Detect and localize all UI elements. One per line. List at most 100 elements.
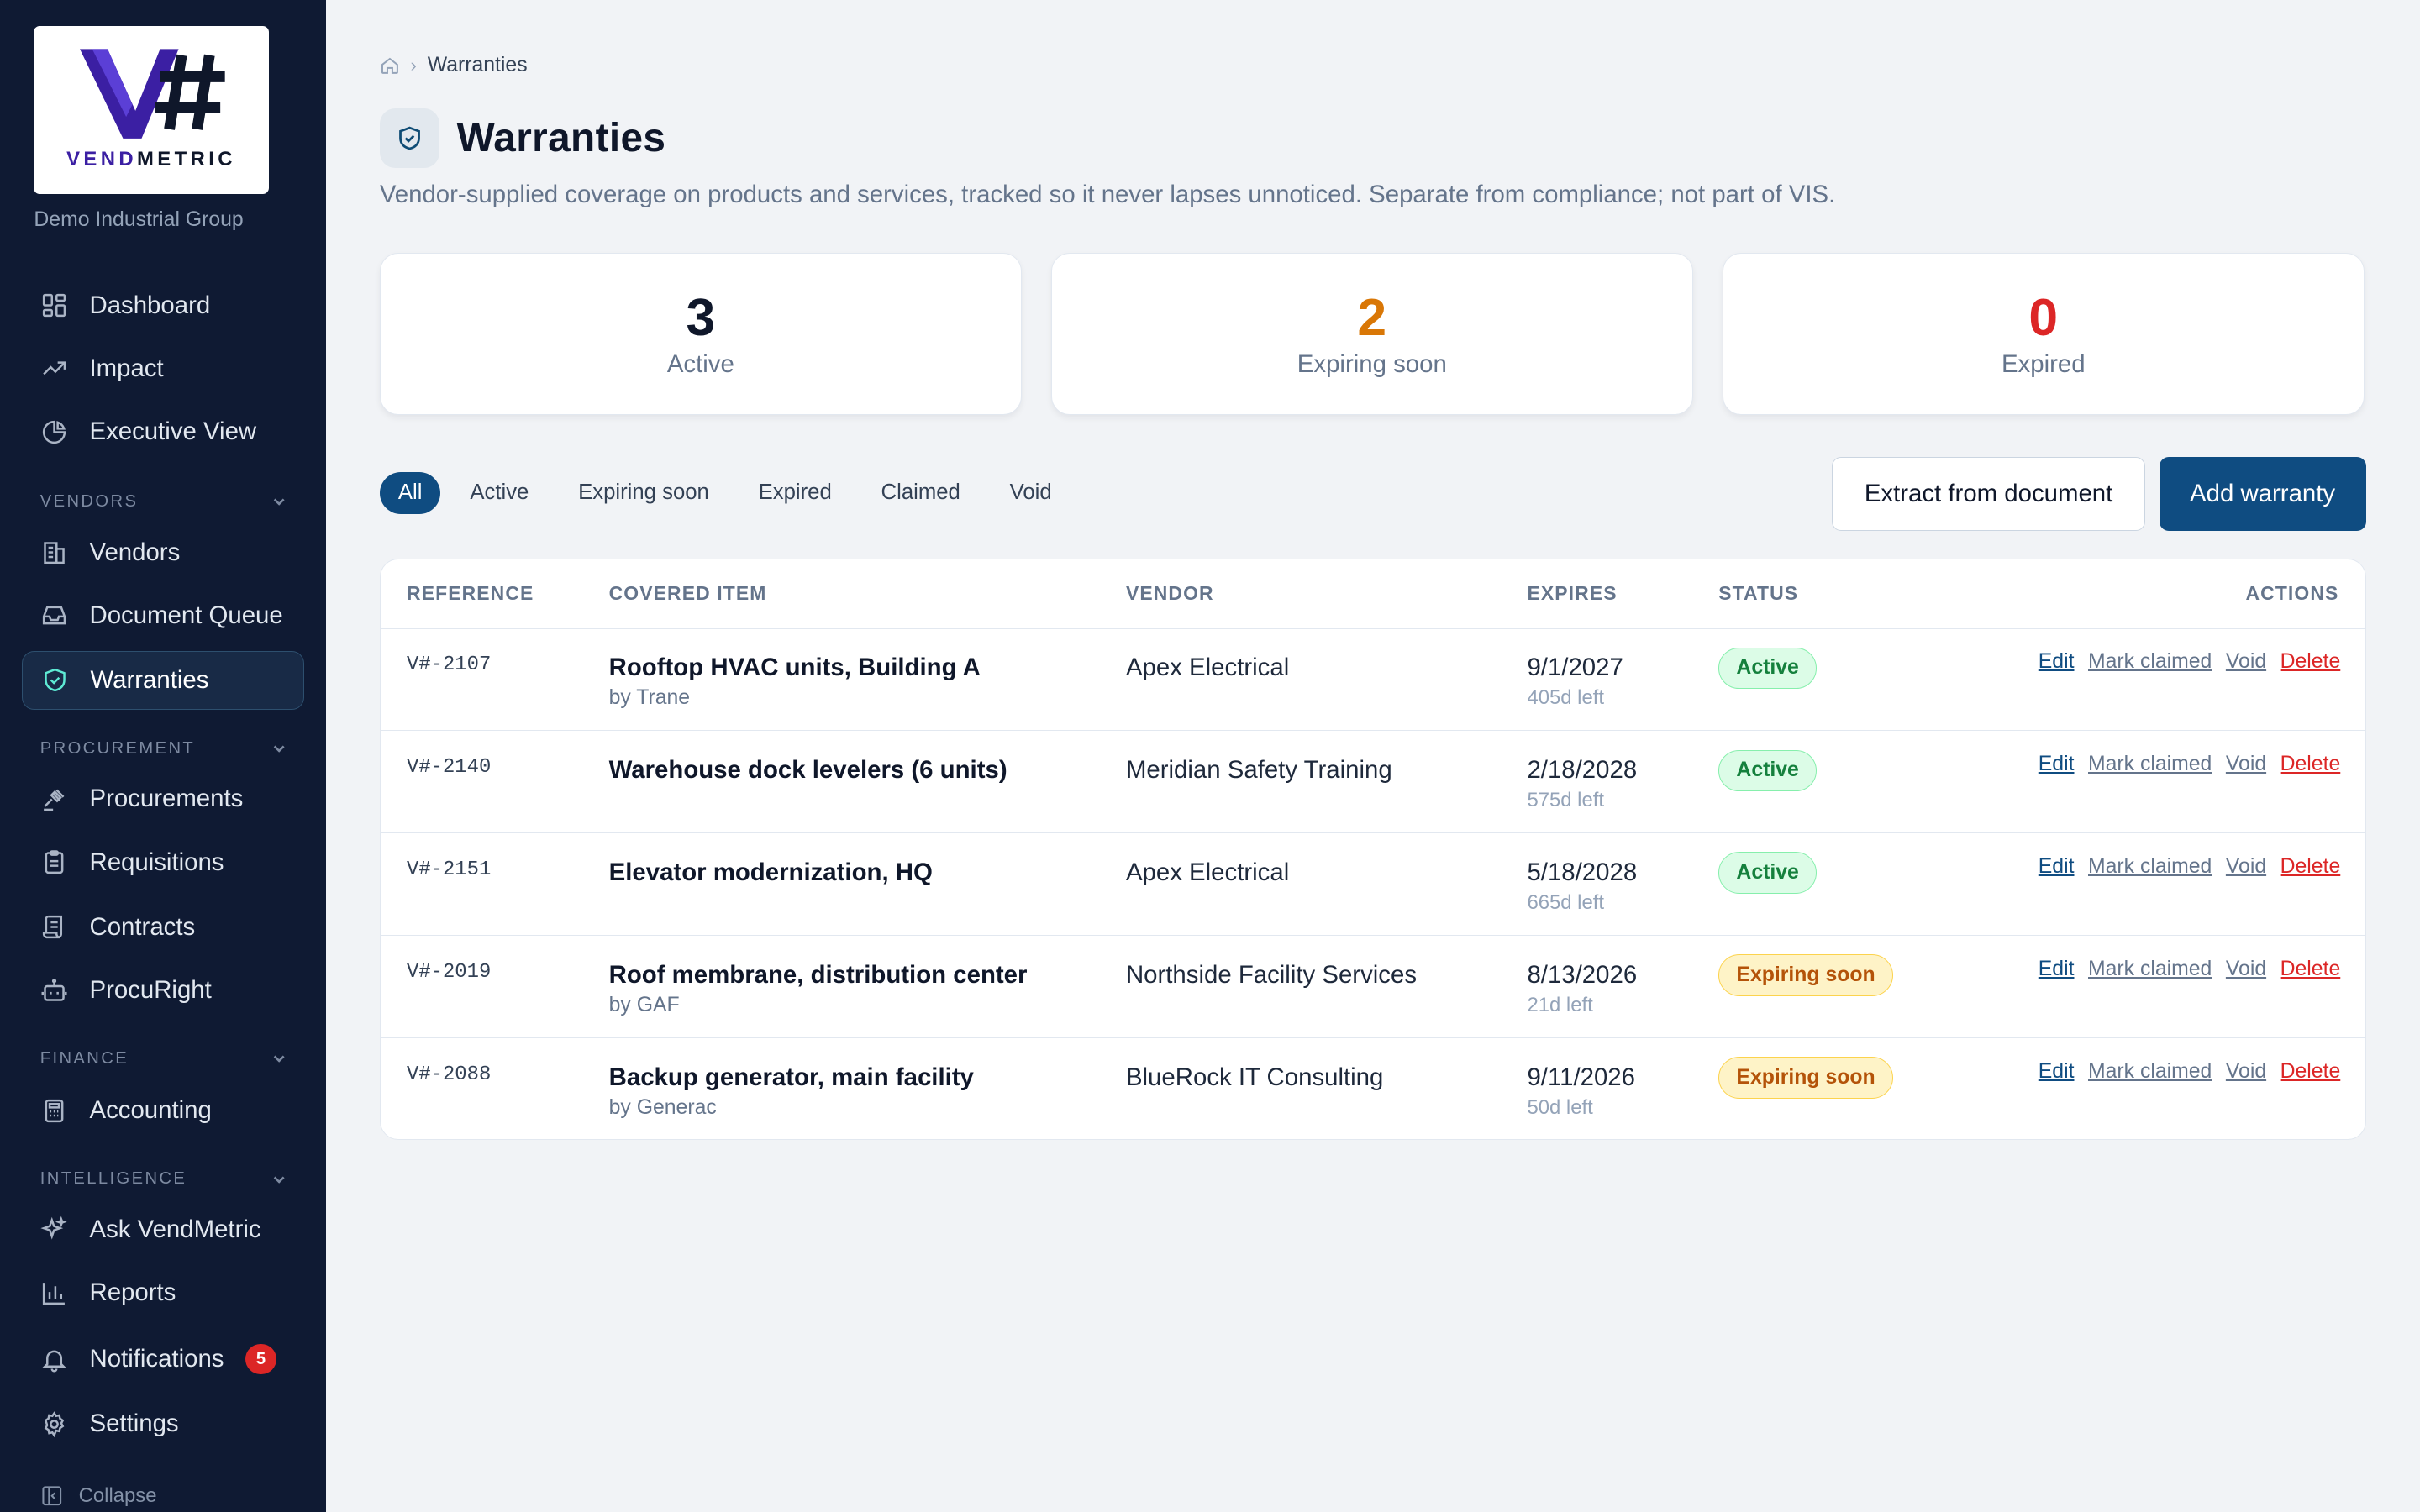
sidebar-item-accounting[interactable]: Accounting: [22, 1082, 304, 1141]
sidebar-item-dashboard[interactable]: Dashboard: [22, 276, 304, 335]
covered-item-name[interactable]: Elevator modernization, HQ: [609, 858, 933, 887]
add-warranty-button[interactable]: Add warranty: [2159, 456, 2366, 531]
filter-all[interactable]: All: [379, 472, 441, 514]
covered-item: Backup generator, main facility by Genera…: [609, 1063, 974, 1121]
row-actions: Edit Mark claimed Void Delete: [2024, 855, 2340, 879]
covered-item-name[interactable]: Rooftop HVAC units, Building A: [609, 654, 981, 682]
vendor-name: BlueRock IT Consulting: [1125, 1063, 1384, 1091]
mark-claimed-link[interactable]: Mark claimed: [2088, 753, 2212, 776]
sidebar-item-settings[interactable]: Settings: [22, 1394, 304, 1453]
expires-cell: 2/18/2028 575d left: [1527, 756, 1637, 813]
delete-link[interactable]: Delete: [2281, 753, 2341, 776]
extract-from-document-button[interactable]: Extract from document: [1832, 456, 2145, 531]
shield-check-icon: [379, 108, 440, 169]
grid-icon: [40, 291, 68, 319]
status-badge: Expiring soon: [1718, 1057, 1893, 1099]
days-left: 665d left: [1527, 891, 1605, 915]
section-finance[interactable]: FINANCE: [40, 1049, 287, 1068]
section-intelligence[interactable]: INTELLIGENCE: [40, 1169, 287, 1189]
sidebar-item-vendors[interactable]: Vendors: [22, 523, 304, 582]
stat-card-active: 3 Active: [379, 253, 1022, 416]
bar-chart-icon: [40, 1279, 68, 1307]
table-row: V#-2107 Rooftop HVAC units, Building A by …: [380, 629, 2365, 732]
sidebar-item-impact[interactable]: Impact: [22, 339, 304, 398]
sidebar-item-ask-vendmetric[interactable]: Ask VendMetric: [22, 1200, 304, 1259]
filter-expiring-soon[interactable]: Expiring soon: [558, 472, 729, 514]
vendmetric-logo[interactable]: VENDMETRIC: [34, 26, 269, 195]
column-header-reference[interactable]: REFERENCE: [407, 582, 534, 605]
void-link[interactable]: Void: [2226, 855, 2266, 879]
breadcrumb-separator: ›: [410, 55, 417, 76]
column-header-covered-item[interactable]: COVERED ITEM: [609, 582, 767, 605]
collapse-sidebar-button[interactable]: Collapse: [40, 1484, 157, 1508]
void-link[interactable]: Void: [2226, 650, 2266, 674]
expiration-date: 9/11/2026: [1527, 1063, 1635, 1091]
covered-item-manufacturer: by Trane: [608, 686, 691, 710]
pie-chart-icon: [40, 418, 68, 446]
status-badge: Active: [1718, 647, 1818, 690]
sidebar-item-notifications[interactable]: Notifications 5: [22, 1330, 304, 1389]
breadcrumb: › Warranties: [380, 54, 528, 77]
trending-up-icon: [40, 354, 68, 382]
covered-item-name[interactable]: Roof membrane, distribution center: [609, 961, 1028, 990]
sidebar-item-label: Reports: [89, 1278, 176, 1307]
stat-card-expiring-soon: 2 Expiring soon: [1050, 253, 1693, 416]
edit-link[interactable]: Edit: [2039, 855, 2075, 879]
mark-claimed-link[interactable]: Mark claimed: [2088, 855, 2212, 879]
expiration-date: 9/1/2027: [1527, 653, 1623, 681]
column-header-expires[interactable]: EXPIRES: [1527, 582, 1617, 605]
sidebar-item-executive-view[interactable]: Executive View: [22, 402, 304, 461]
sidebar-item-warranties[interactable]: Warranties: [21, 651, 304, 710]
table-header: REFERENCE COVERED ITEM VENDOR EXPIRES ST…: [380, 559, 2365, 629]
stat-label: Active: [666, 350, 734, 379]
void-link[interactable]: Void: [2226, 753, 2266, 776]
sidebar: VENDMETRIC Demo Industrial Group Dashboa…: [0, 0, 326, 1512]
vendor-name: Northside Facility Services: [1125, 960, 1418, 989]
mark-claimed-link[interactable]: Mark claimed: [2088, 958, 2212, 981]
covered-item-name[interactable]: Warehouse dock levelers (6 units): [609, 756, 1007, 785]
table-row: V#-2151 Elevator modernization, HQ Apex El…: [380, 833, 2365, 937]
row-actions: Edit Mark claimed Void Delete: [2024, 753, 2340, 776]
sidebar-item-procurements[interactable]: Procurements: [22, 770, 304, 829]
filter-void[interactable]: Void: [990, 472, 1072, 514]
edit-link[interactable]: Edit: [2039, 958, 2075, 981]
mark-claimed-link[interactable]: Mark claimed: [2088, 1060, 2212, 1084]
section-vendors[interactable]: VENDORS: [40, 492, 287, 512]
sidebar-item-procuright[interactable]: ProcuRight: [22, 961, 304, 1020]
gear-icon: [40, 1410, 68, 1438]
delete-link[interactable]: Delete: [2281, 855, 2341, 879]
sidebar-item-reports[interactable]: Reports: [22, 1263, 304, 1322]
edit-link[interactable]: Edit: [2039, 753, 2075, 776]
row-actions: Edit Mark claimed Void Delete: [2024, 650, 2340, 674]
gavel-icon: [40, 785, 68, 813]
column-header-status[interactable]: STATUS: [1718, 582, 1798, 605]
covered-item-name[interactable]: Backup generator, main facility: [609, 1063, 974, 1092]
org-name: Demo Industrial Group: [34, 207, 244, 231]
filter-active[interactable]: Active: [450, 472, 549, 514]
sidebar-item-label: Requisitions: [89, 848, 224, 876]
expiration-date: 2/18/2028: [1527, 755, 1638, 784]
sidebar-item-label: Settings: [89, 1410, 179, 1438]
mark-claimed-link[interactable]: Mark claimed: [2088, 650, 2212, 674]
column-header-vendor[interactable]: VENDOR: [1126, 582, 1214, 605]
table-body: V#-2107 Rooftop HVAC units, Building A by …: [380, 629, 2365, 1140]
delete-link[interactable]: Delete: [2281, 958, 2341, 981]
logo-wordmark: VENDMETRIC: [66, 148, 236, 171]
edit-link[interactable]: Edit: [2039, 1060, 2075, 1084]
expiration-date: 5/18/2028: [1527, 858, 1638, 886]
edit-link[interactable]: Edit: [2039, 650, 2075, 674]
filter-claimed[interactable]: Claimed: [861, 472, 981, 514]
sidebar-item-contracts[interactable]: Contracts: [22, 898, 304, 957]
sidebar-item-requisitions[interactable]: Requisitions: [22, 833, 304, 892]
delete-link[interactable]: Delete: [2281, 650, 2341, 674]
void-link[interactable]: Void: [2226, 958, 2266, 981]
row-actions: Edit Mark claimed Void Delete: [2024, 958, 2340, 981]
void-link[interactable]: Void: [2226, 1060, 2266, 1084]
home-icon[interactable]: [380, 55, 400, 76]
expires-cell: 8/13/2026 21d left: [1527, 961, 1637, 1018]
delete-link[interactable]: Delete: [2281, 1060, 2341, 1084]
sidebar-item-document-queue[interactable]: Document Queue: [22, 586, 304, 645]
section-procurement[interactable]: PROCUREMENT: [40, 739, 287, 759]
calculator-icon: [40, 1097, 68, 1125]
filter-expired[interactable]: Expired: [739, 472, 852, 514]
